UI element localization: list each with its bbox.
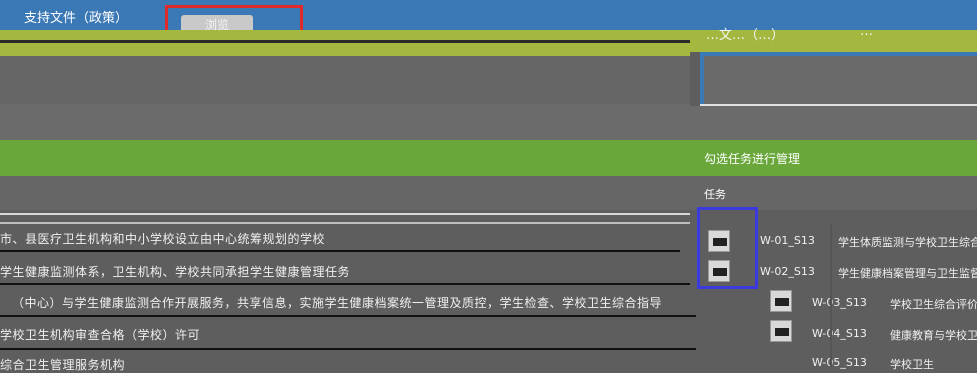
content-band [0, 104, 690, 140]
divider [0, 250, 680, 252]
list-item: 综合卫生管理服务机构 [0, 358, 126, 372]
list-item: （中心）与学生健康监测合作开展服务，共享信息，实施学生健康档案统一管理及质控，学… [12, 296, 663, 310]
task-description: 学校卫生 [890, 358, 934, 371]
content-band [0, 176, 690, 210]
section-header [0, 140, 690, 176]
header-band [0, 30, 690, 56]
panel-subtitle: … [860, 24, 873, 39]
panel-body [700, 56, 977, 106]
highlight-box-red [165, 5, 303, 33]
task-checkbox[interactable] [770, 290, 792, 312]
task-description: 学生健康档案管理与卫生监督 [838, 267, 977, 280]
task-checkbox[interactable] [770, 320, 792, 342]
task-column-header: 任务 [704, 188, 726, 201]
task-code: W-01_S13 [760, 234, 815, 247]
highlight-box-blue [697, 207, 758, 289]
task-description: 学生体质监测与学校卫生综合 [838, 236, 977, 249]
task-code: W-04_S13 [812, 327, 867, 340]
task-code: W-05_S13 [812, 356, 867, 369]
checkbox-mark [775, 328, 789, 336]
panel-title: …文…（…） [706, 28, 785, 43]
manage-label: 勾选任务进行管理 [704, 152, 801, 166]
divider [0, 40, 690, 43]
task-code: W-03_S13 [812, 296, 867, 309]
task-description: 健康教育与学校卫生 [890, 329, 977, 342]
divider [0, 348, 750, 350]
page-title: 支持文件（政策） [24, 11, 129, 26]
panel-band [690, 106, 977, 140]
checkbox-mark [775, 298, 789, 306]
list-item: 学生健康监测体系，卫生机构、学校共同承担学生健康管理任务 [0, 265, 351, 279]
content-band [0, 56, 690, 104]
list-item: 市、县医疗卫生机构和中小学校设立由中心统筹规划的学校 [0, 232, 326, 246]
divider [0, 283, 690, 285]
divider [0, 213, 690, 215]
task-code: W-02_S13 [760, 265, 815, 278]
task-description: 学校卫生综合评价 [890, 298, 977, 311]
column-divider [830, 224, 832, 367]
divider [0, 222, 690, 224]
list-item: 学校卫生机构审查合格（学校）许可 [0, 328, 201, 342]
divider [0, 315, 750, 317]
task-header-band [690, 176, 977, 210]
